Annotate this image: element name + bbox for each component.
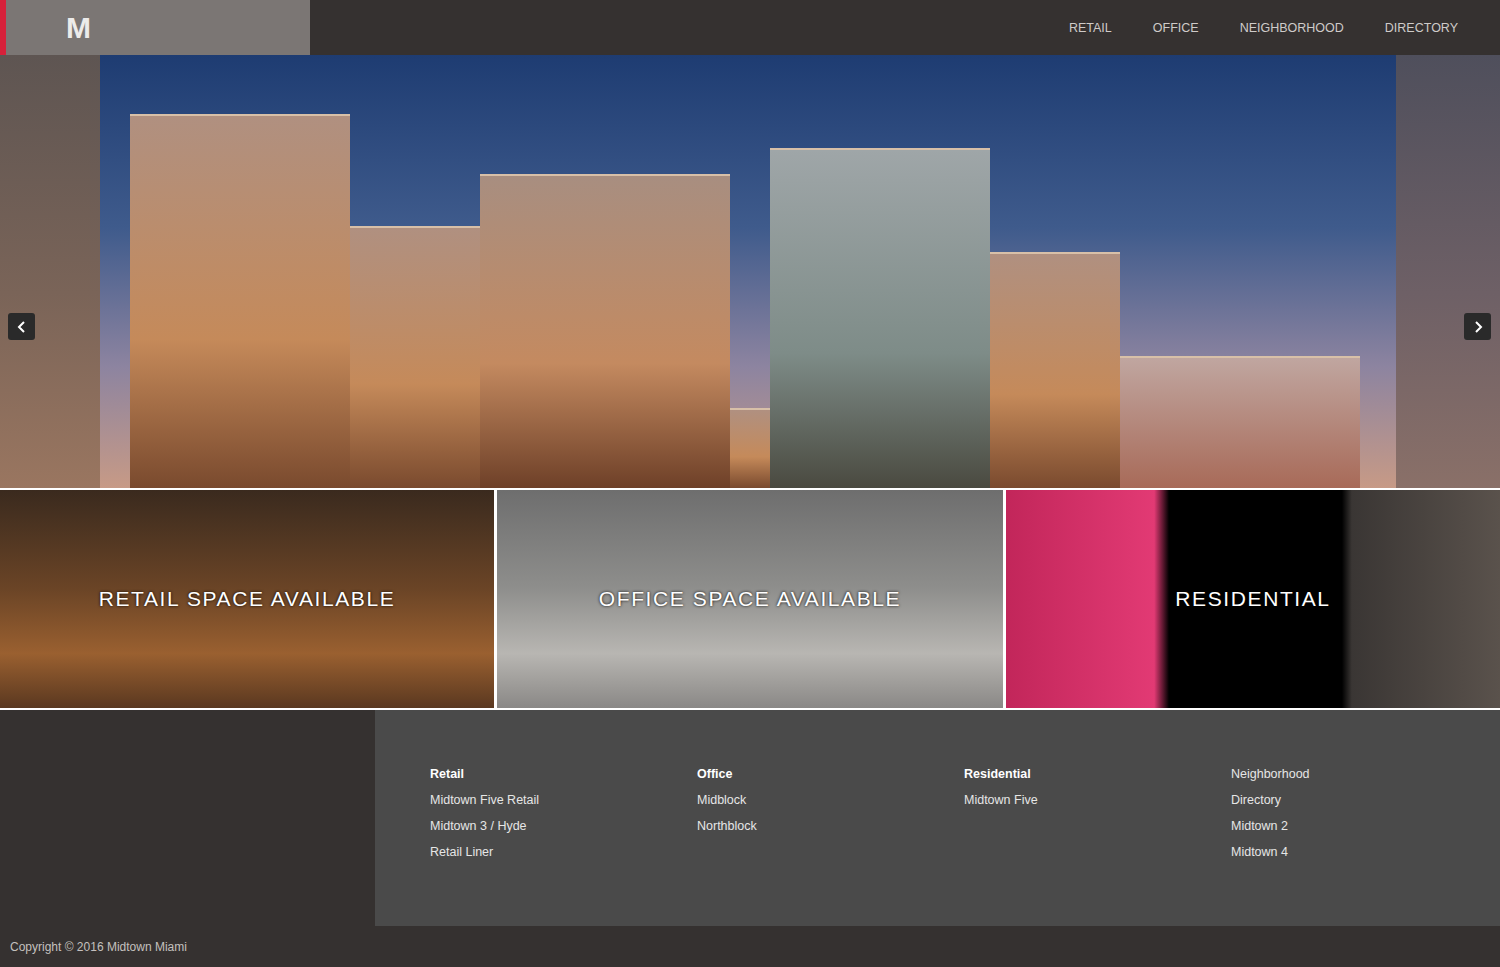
chevron-right-icon bbox=[1471, 320, 1485, 334]
building bbox=[770, 148, 990, 488]
footer-link[interactable]: Midtown Five Retail bbox=[430, 787, 697, 813]
nav-item[interactable]: DIRECTORY bbox=[1385, 21, 1458, 35]
page: MRETAILOFFICENEIGHBORHOODDIRECTORYRETAIL… bbox=[0, 0, 1500, 967]
prev-button[interactable] bbox=[8, 313, 35, 340]
tile-label[interactable]: RESIDENTIAL bbox=[1175, 587, 1330, 611]
header: M RETAIL OFFICE NEIGHBORHOOD DIRECTORY bbox=[0, 0, 1500, 55]
footer-heading: Retail bbox=[430, 761, 697, 787]
building bbox=[480, 174, 730, 488]
footer-column: OfficeMidblockNorthblock bbox=[697, 761, 964, 926]
main-nav: RETAIL OFFICE NEIGHBORHOOD DIRECTORY bbox=[1069, 0, 1500, 55]
footer-column: NeighborhoodDirectoryMidtown 2Midtown 4 bbox=[1231, 761, 1498, 926]
footer-heading: Residential bbox=[964, 761, 1231, 787]
footer-links: RetailMidtown Five RetailMidtown 3 / Hyd… bbox=[375, 710, 1500, 926]
hero-side bbox=[0, 55, 100, 488]
nav-item[interactable]: RETAIL bbox=[1069, 21, 1112, 35]
hero-photo bbox=[100, 55, 1396, 488]
chevron-left-icon bbox=[15, 320, 29, 334]
tiles: RETAIL SPACE AVAILABLE OFFICE SPACE AVAIL… bbox=[0, 488, 1500, 710]
logo[interactable]: M bbox=[0, 0, 310, 55]
copyright: Copyright © 2016 Midtown Miami bbox=[10, 940, 187, 954]
building bbox=[350, 226, 480, 488]
footer-link[interactable]: Neighborhood bbox=[1231, 761, 1498, 787]
building bbox=[990, 252, 1120, 488]
footer-link[interactable]: Midtown 3 / Hyde bbox=[430, 813, 697, 839]
next-button[interactable] bbox=[1464, 313, 1491, 340]
nav-item[interactable]: NEIGHBORHOOD bbox=[1240, 21, 1344, 35]
tile[interactable]: RESIDENTIAL bbox=[1006, 490, 1500, 708]
hero-carousel bbox=[0, 55, 1500, 488]
copyright-bar: Copyright © 2016 Midtown Miami bbox=[0, 926, 1500, 967]
footer-link[interactable]: Midtown 4 bbox=[1231, 839, 1498, 865]
footer-link[interactable]: Midtown Five bbox=[964, 787, 1231, 813]
building bbox=[130, 114, 350, 488]
tile[interactable]: OFFICE SPACE AVAILABLE bbox=[497, 490, 1003, 708]
tile-label[interactable]: OFFICE SPACE AVAILABLE bbox=[599, 587, 901, 611]
footer-link[interactable]: Directory bbox=[1231, 787, 1498, 813]
hero-side bbox=[1396, 55, 1500, 488]
footer: RetailMidtown Five RetailMidtown 3 / Hyd… bbox=[0, 710, 1500, 926]
logo-text[interactable]: M bbox=[66, 11, 90, 45]
tile-label[interactable]: RETAIL SPACE AVAILABLE bbox=[99, 587, 396, 611]
building bbox=[1120, 356, 1360, 488]
footer-link[interactable]: Midtown 2 bbox=[1231, 813, 1498, 839]
building bbox=[730, 408, 770, 488]
nav-item[interactable]: OFFICE bbox=[1153, 21, 1199, 35]
skyline bbox=[100, 55, 1396, 488]
footer-column: RetailMidtown Five RetailMidtown 3 / Hyd… bbox=[430, 761, 697, 926]
footer-left bbox=[0, 710, 375, 926]
footer-link[interactable]: Midblock bbox=[697, 787, 964, 813]
footer-column: ResidentialMidtown Five bbox=[964, 761, 1231, 926]
tile[interactable]: RETAIL SPACE AVAILABLE bbox=[0, 490, 494, 708]
footer-link[interactable]: Retail Liner bbox=[430, 839, 697, 865]
footer-link[interactable]: Northblock bbox=[697, 813, 964, 839]
footer-heading: Office bbox=[697, 761, 964, 787]
